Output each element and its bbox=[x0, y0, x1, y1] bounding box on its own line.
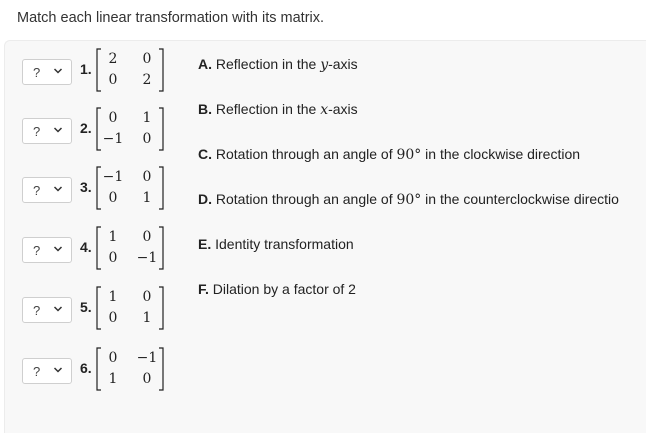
option-letter: F. bbox=[198, 281, 209, 297]
matrix-cell: 0 bbox=[142, 169, 152, 185]
option-text: Rotation through an angle of bbox=[215, 191, 397, 207]
option-letter: A. bbox=[198, 56, 212, 72]
option-letter: D. bbox=[198, 191, 212, 207]
matrix-cell: 0 bbox=[142, 51, 152, 67]
option-text: Rotation through an angle of bbox=[215, 146, 397, 162]
matrix-5: 1 0 0 1 bbox=[96, 286, 164, 330]
matrix-cell: 0 bbox=[108, 350, 118, 366]
option-c: C. Rotation through an angle of 90° in t… bbox=[198, 146, 580, 163]
chevron-down-icon bbox=[53, 246, 63, 252]
item-number: 2. bbox=[80, 120, 92, 136]
option-text-end: -axis bbox=[328, 101, 358, 117]
option-b: B. Reflection in the x-axis bbox=[198, 101, 358, 118]
matrix-cell: 1 bbox=[108, 371, 118, 387]
option-letter: B. bbox=[198, 101, 212, 117]
item-number: 6. bbox=[80, 360, 92, 376]
matrix-cell: 1 bbox=[142, 110, 152, 126]
option-text-end: in the counterclockwise directio bbox=[421, 191, 619, 207]
matrix-cell: 2 bbox=[142, 72, 152, 88]
matrix-cell: −1 bbox=[102, 131, 124, 147]
item-number: 4. bbox=[80, 239, 92, 255]
matrix-cell: 0 bbox=[142, 289, 152, 305]
select-value: ? bbox=[33, 64, 41, 80]
matrix-cell: 0 bbox=[108, 250, 118, 266]
option-text: Identity transformation bbox=[215, 236, 354, 252]
matrix-cell: −1 bbox=[102, 169, 124, 185]
match-row-2: ? 2. 0 1 −1 0 bbox=[0, 103, 200, 155]
matrix-cell: 0 bbox=[142, 371, 152, 387]
item-number: 3. bbox=[80, 179, 92, 195]
match-select-3[interactable]: ? bbox=[22, 177, 72, 203]
option-text: Reflection in the bbox=[215, 101, 321, 117]
option-letter: C. bbox=[198, 146, 212, 162]
matrix-cell: 0 bbox=[108, 72, 118, 88]
match-row-4: ? 4. 1 0 0 −1 bbox=[0, 222, 200, 274]
matrix-cell: 0 bbox=[108, 190, 118, 206]
select-value: ? bbox=[33, 363, 41, 379]
matrix-1: 2 0 0 2 bbox=[96, 48, 164, 92]
select-value: ? bbox=[33, 182, 41, 198]
option-math: 90° bbox=[396, 192, 422, 208]
option-letter: E. bbox=[198, 236, 212, 252]
matrix-2: 0 1 −1 0 bbox=[96, 107, 164, 151]
option-text: Dilation by a factor of 2 bbox=[212, 281, 356, 297]
matrix-cell: 1 bbox=[108, 229, 118, 245]
matrix-cell: 0 bbox=[142, 229, 152, 245]
match-select-4[interactable]: ? bbox=[22, 237, 72, 263]
option-math: 90° bbox=[396, 147, 422, 163]
option-f: F. Dilation by a factor of 2 bbox=[198, 281, 356, 297]
option-text-end: -axis bbox=[328, 56, 358, 72]
match-row-1: ? 1. 2 0 0 2 bbox=[0, 44, 200, 96]
select-value: ? bbox=[33, 242, 41, 258]
matrix-cell: 0 bbox=[108, 310, 118, 326]
matrix-cell: −1 bbox=[136, 250, 158, 266]
chevron-down-icon bbox=[53, 186, 63, 192]
chevron-down-icon bbox=[53, 306, 63, 312]
option-a: A. Reflection in the y-axis bbox=[198, 56, 358, 73]
option-text: Reflection in the bbox=[215, 56, 321, 72]
option-text-end: in the clockwise direction bbox=[421, 146, 581, 162]
matrix-4: 1 0 0 −1 bbox=[96, 226, 164, 270]
select-value: ? bbox=[33, 123, 41, 139]
match-select-2[interactable]: ? bbox=[22, 118, 72, 144]
match-select-6[interactable]: ? bbox=[22, 358, 72, 384]
match-row-5: ? 5. 1 0 0 1 bbox=[0, 282, 200, 334]
option-d: D. Rotation through an angle of 90° in t… bbox=[198, 191, 619, 208]
matrix-cell: 0 bbox=[142, 131, 152, 147]
match-row-3: ? 3. −1 0 0 1 bbox=[0, 162, 200, 214]
matrix-6: 0 −1 1 0 bbox=[96, 347, 164, 391]
matrix-cell: 0 bbox=[108, 110, 118, 126]
matrix-cell: 1 bbox=[142, 310, 152, 326]
question-prompt: Match each linear transformation with it… bbox=[17, 10, 325, 26]
chevron-down-icon bbox=[53, 127, 63, 133]
matrix-cell: 1 bbox=[142, 190, 152, 206]
matrix-cell: 2 bbox=[108, 51, 118, 67]
option-math: y bbox=[320, 57, 329, 73]
matrix-3: −1 0 0 1 bbox=[96, 166, 164, 210]
match-select-1[interactable]: ? bbox=[22, 59, 72, 85]
matrix-cell: 1 bbox=[108, 289, 118, 305]
chevron-down-icon bbox=[53, 367, 63, 373]
select-value: ? bbox=[33, 302, 41, 318]
item-number: 5. bbox=[80, 299, 92, 315]
chevron-down-icon bbox=[53, 68, 63, 74]
option-math: x bbox=[320, 102, 329, 118]
match-row-6: ? 6. 0 −1 1 0 bbox=[0, 343, 200, 395]
option-e: E. Identity transformation bbox=[198, 236, 354, 252]
matrix-cell: −1 bbox=[136, 350, 158, 366]
match-select-5[interactable]: ? bbox=[22, 297, 72, 323]
item-number: 1. bbox=[80, 61, 92, 77]
